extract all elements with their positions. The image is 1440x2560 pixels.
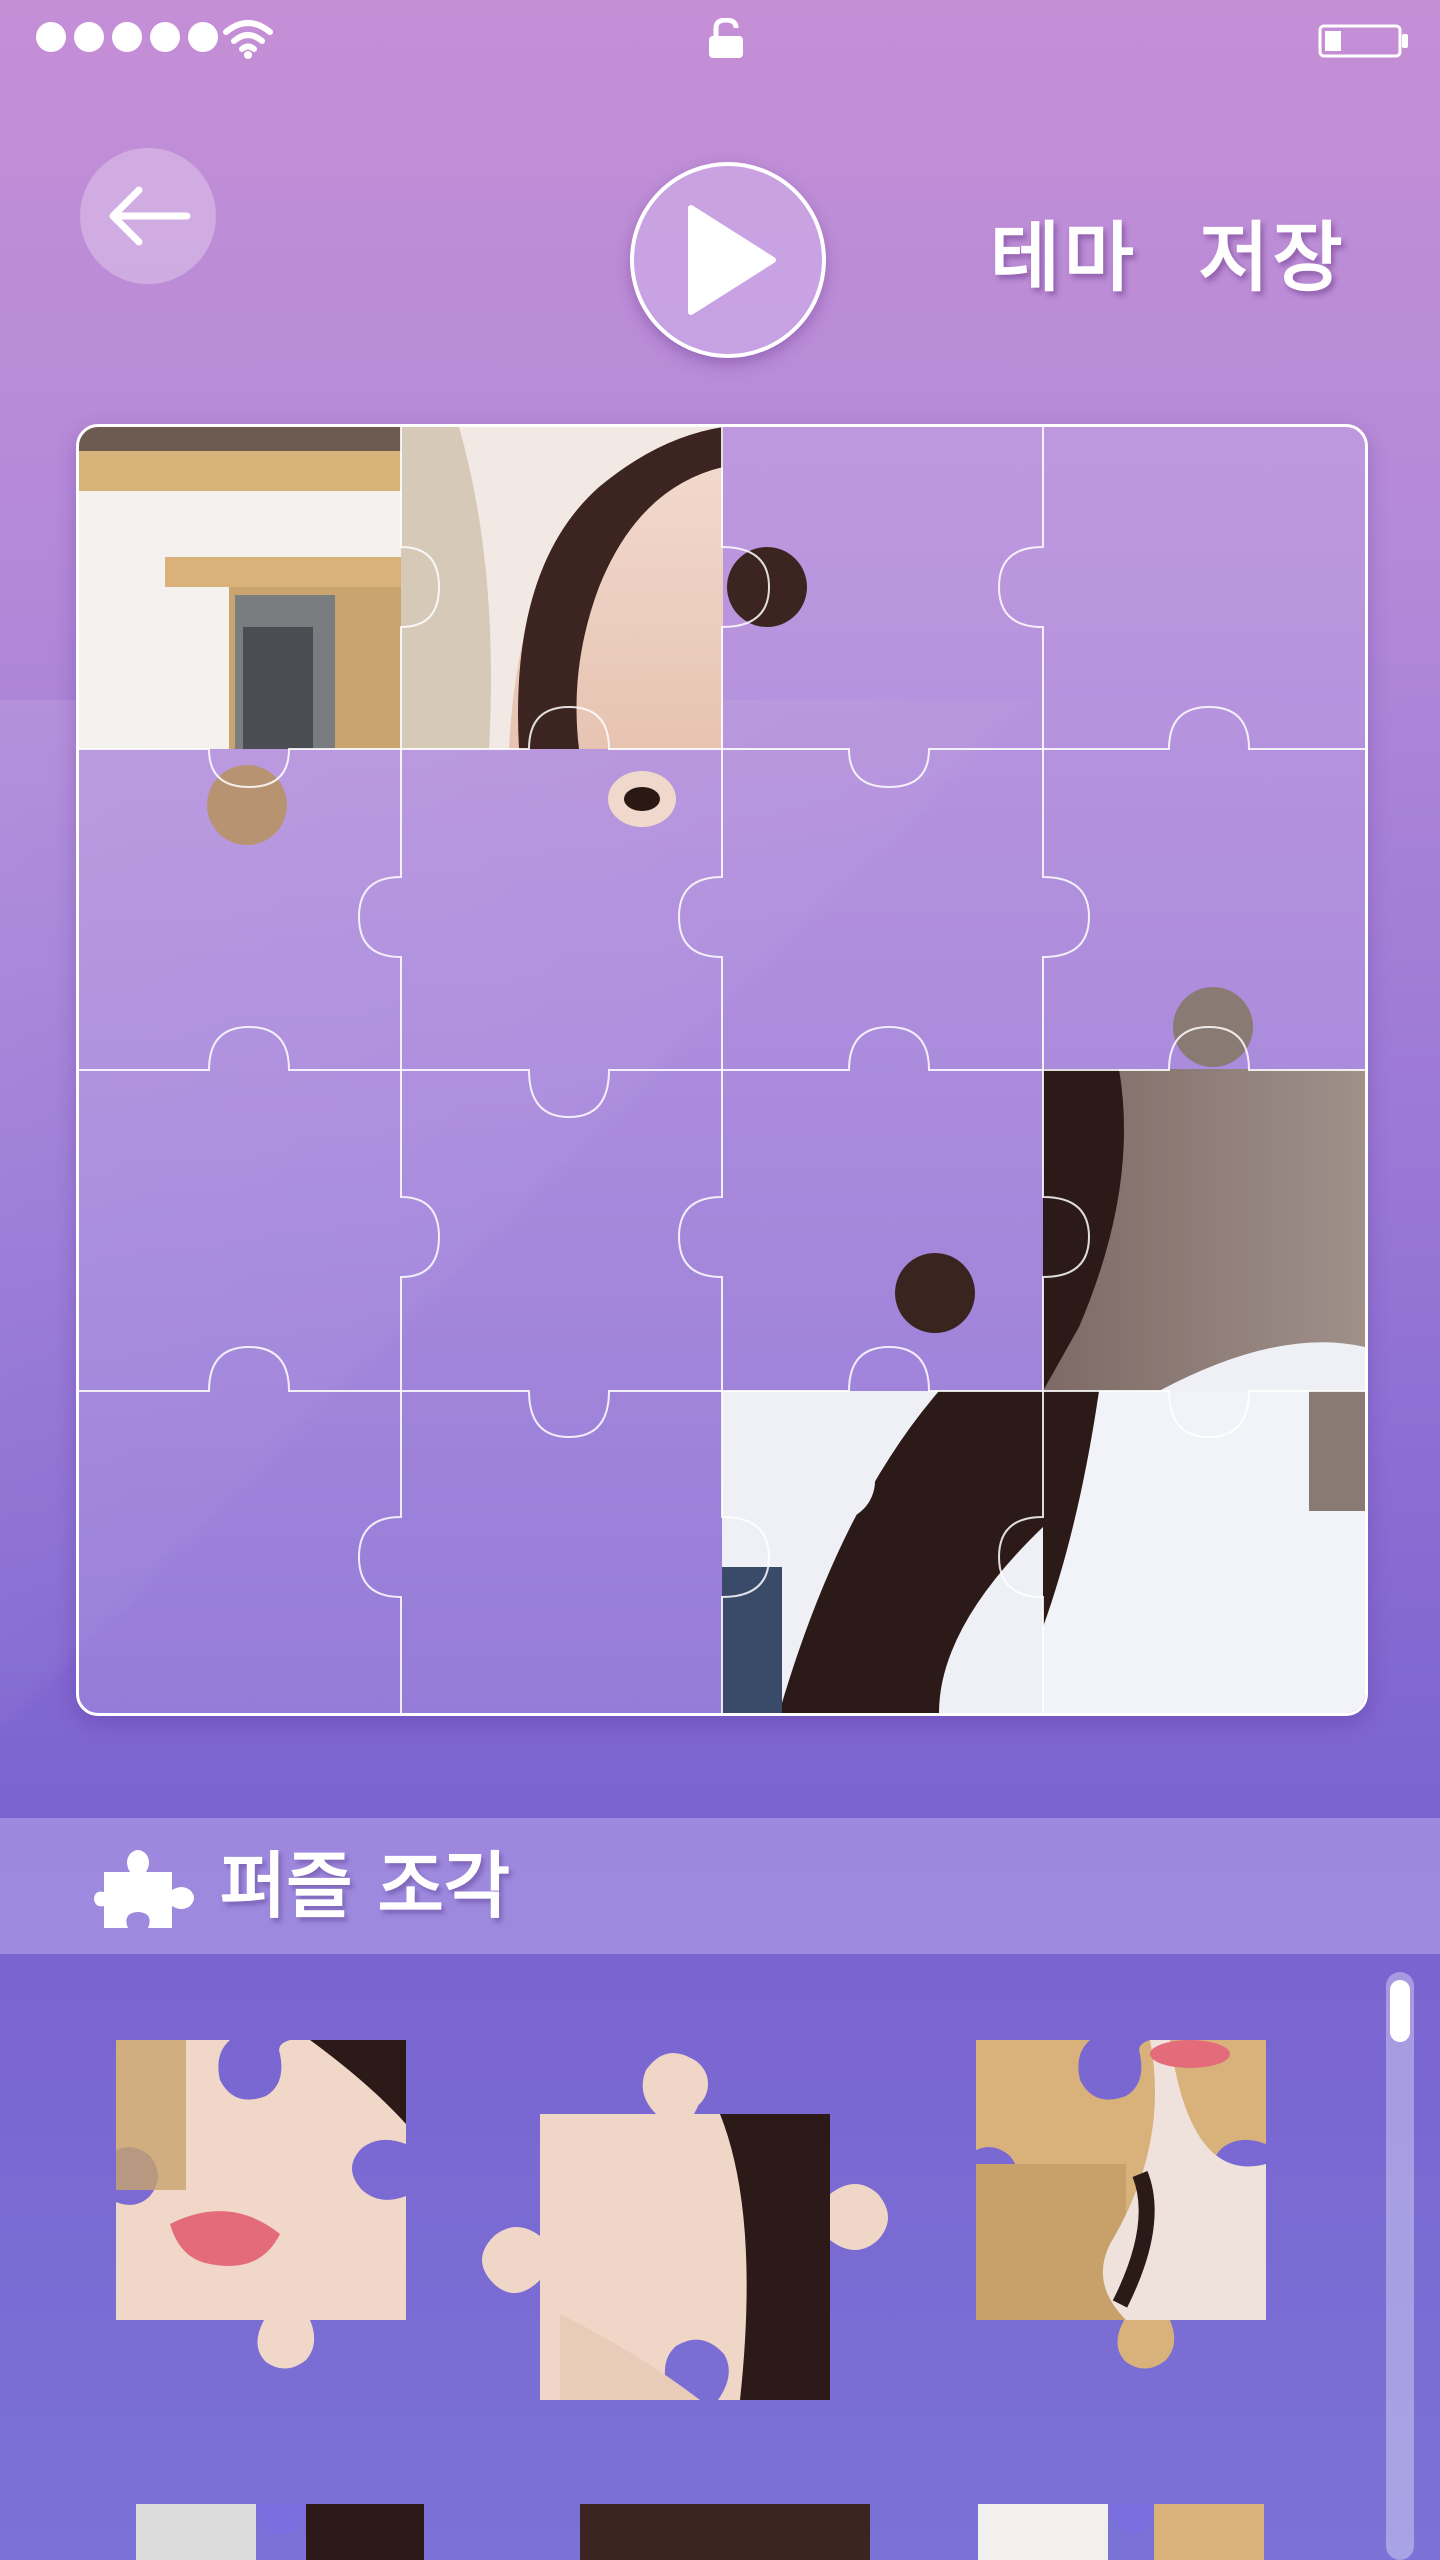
wifi-icon [223, 20, 273, 59]
placed-piece [1043, 987, 1365, 1391]
placed-piece [79, 427, 401, 845]
puzzle-piece[interactable] [970, 2024, 1280, 2374]
arrow-left-icon [109, 186, 191, 246]
placed-piece [1043, 1342, 1365, 1713]
signal-dot [188, 22, 218, 52]
back-button[interactable] [80, 148, 216, 284]
puzzle-pieces-title: 퍼즐 조각 [220, 1844, 511, 1928]
signal-strength [36, 22, 218, 52]
status-bar [0, 0, 1440, 74]
play-icon [688, 205, 776, 315]
puzzle-piece[interactable] [130, 2494, 430, 2560]
puzzle-piece-icon [94, 1850, 194, 1928]
signal-dot [150, 22, 180, 52]
puzzle-piece[interactable] [974, 2494, 1274, 2560]
puzzle-board-canvas [79, 427, 1365, 1713]
placed-piece [401, 427, 807, 827]
puzzle-piece[interactable] [440, 2014, 940, 2434]
pieces-tray[interactable] [0, 1954, 1440, 2560]
save-theme-button[interactable]: 테마 저장 [990, 210, 1347, 306]
puzzle-board[interactable] [76, 424, 1368, 1716]
puzzle-pieces-header: 퍼즐 조각 [0, 1818, 1440, 1954]
signal-dot [36, 22, 66, 52]
puzzle-piece[interactable] [110, 2024, 420, 2374]
unlock-icon [709, 18, 743, 58]
signal-dot [74, 22, 104, 52]
battery-low-icon [1318, 24, 1408, 58]
puzzle-piece[interactable] [576, 2494, 876, 2560]
play-button[interactable] [630, 162, 826, 358]
tray-scrollbar-thumb[interactable] [1390, 1980, 1410, 2042]
signal-dot [112, 22, 142, 52]
placed-piece [722, 1253, 1044, 1713]
tray-scrollbar[interactable] [1386, 1972, 1414, 2560]
